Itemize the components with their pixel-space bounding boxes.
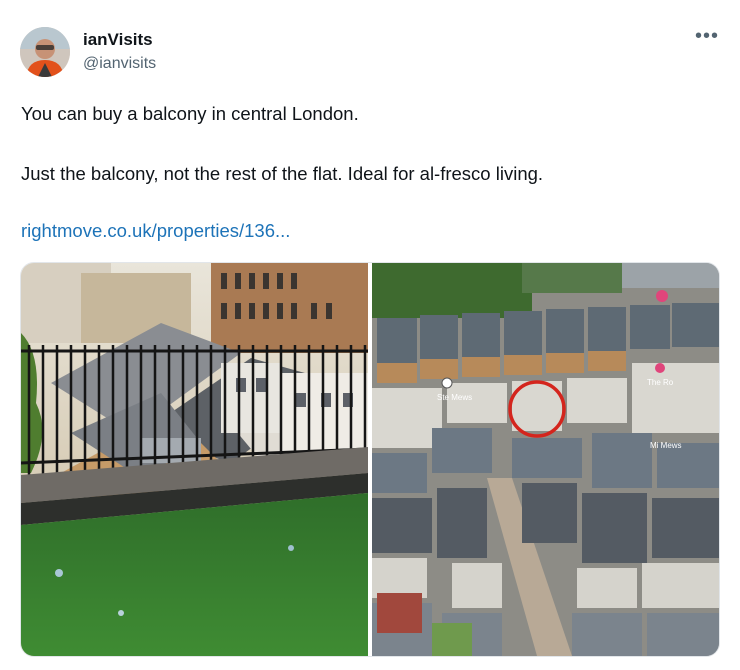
- aerial-map-photo[interactable]: Ste Mews The Ro Mi Mews: [372, 263, 719, 656]
- tweet-card: ianVisits @ianvisits ••• You can buy a b…: [0, 0, 740, 670]
- avatar-image: [20, 27, 70, 77]
- balcony-photo[interactable]: [21, 263, 368, 656]
- map-label-3: Mi Mews: [650, 441, 682, 450]
- author-avatar[interactable]: [20, 27, 70, 77]
- map-label-1: Ste Mews: [437, 393, 472, 402]
- tweet-text-line-1: You can buy a balcony in central London.: [21, 103, 359, 124]
- tweet-media-grid: Ste Mews The Ro Mi Mews: [20, 262, 720, 657]
- author-name[interactable]: ianVisits: [83, 30, 153, 50]
- tweet-link[interactable]: rightmove.co.uk/properties/136...: [21, 220, 290, 242]
- map-label-2: The Ro: [647, 378, 674, 387]
- tweet-text-line-2: Just the balcony, not the rest of the fl…: [21, 163, 544, 184]
- more-options-icon[interactable]: •••: [690, 26, 724, 52]
- author-handle[interactable]: @ianvisits: [83, 55, 156, 73]
